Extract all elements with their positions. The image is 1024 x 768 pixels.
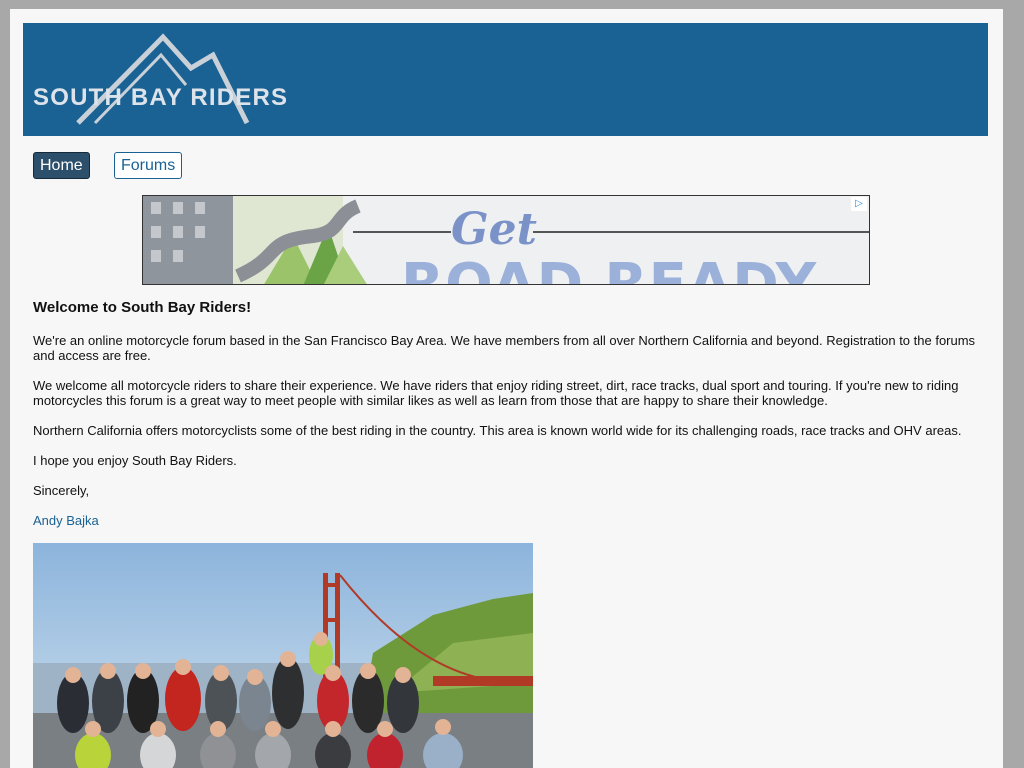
signoff-text: Sincerely, <box>33 483 90 498</box>
group-photo-image <box>33 543 533 768</box>
banner-ad[interactable]: Get ROAD READY ▷ <box>142 195 870 285</box>
author-link[interactable]: Andy Bajka <box>33 513 99 528</box>
main-content: Welcome to South Bay Riders! We're an on… <box>33 299 983 528</box>
site-header: SOUTH BAY RIDERS <box>23 23 988 136</box>
page-title: Welcome to South Bay Riders! <box>33 299 252 316</box>
logo-text: SOUTH BAY RIDERS <box>33 84 288 111</box>
site-logo[interactable]: SOUTH BAY RIDERS <box>23 23 323 136</box>
intro-paragraph: We're an online motorcycle forum based i… <box>33 333 976 363</box>
ad-headline-road: ROAD READY <box>401 252 818 285</box>
ad-headline-get: Get <box>451 204 537 255</box>
page-frame: SOUTH BAY RIDERS Home Forums Get ROAD RE… <box>10 9 1003 768</box>
hope-paragraph: I hope you enjoy South Bay Riders. <box>33 453 237 468</box>
welcome-paragraph: We welcome all motorcycle riders to shar… <box>33 378 959 408</box>
nav-home-button[interactable]: Home <box>33 152 90 179</box>
ad-choices-icon[interactable]: ▷ <box>851 197 867 211</box>
nav-forums-button[interactable]: Forums <box>114 152 182 179</box>
group-photo <box>33 543 533 768</box>
riding-paragraph: Northern California offers motorcyclists… <box>33 423 962 438</box>
